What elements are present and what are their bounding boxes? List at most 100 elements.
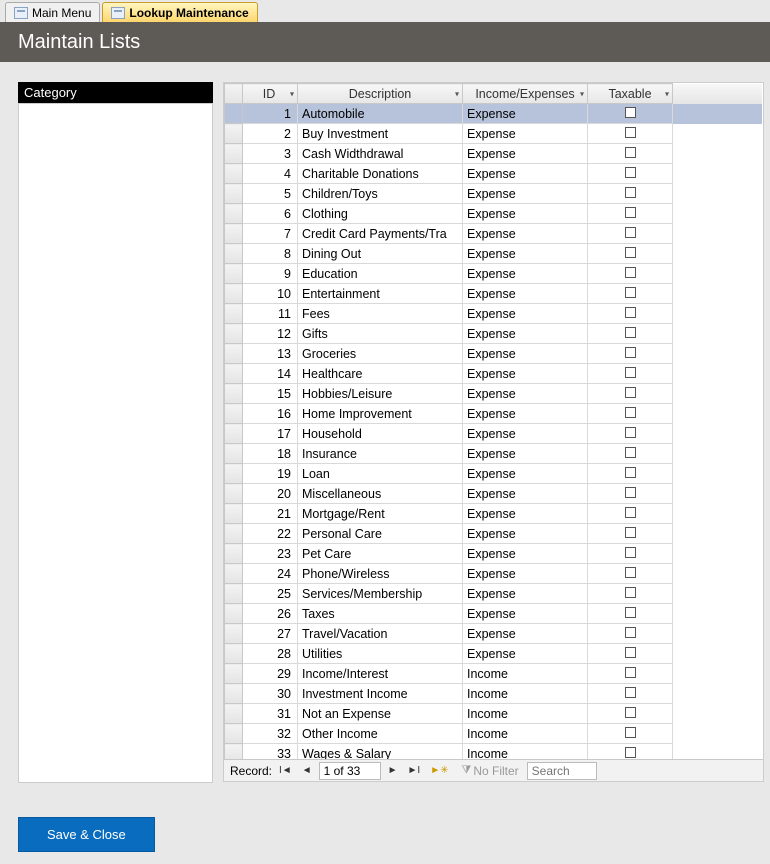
cell-description[interactable]: Clothing (298, 204, 463, 224)
cell-taxable[interactable] (588, 324, 673, 344)
table-row[interactable]: 15Hobbies/LeisureExpense (225, 384, 763, 404)
cell-description[interactable]: Cash Widthdrawal (298, 144, 463, 164)
cell-description[interactable]: Travel/Vacation (298, 624, 463, 644)
cell-description[interactable]: Wages & Salary (298, 744, 463, 760)
cell-income-expenses[interactable]: Expense (463, 144, 588, 164)
cell-income-expenses[interactable]: Expense (463, 104, 588, 124)
cell-income-expenses[interactable]: Expense (463, 384, 588, 404)
taxable-checkbox[interactable] (625, 227, 636, 238)
first-record-button[interactable]: I◄ (276, 765, 295, 776)
cell-description[interactable]: Hobbies/Leisure (298, 384, 463, 404)
taxable-checkbox[interactable] (625, 207, 636, 218)
chevron-down-icon[interactable]: ▾ (665, 89, 669, 98)
table-row[interactable]: 6ClothingExpense (225, 204, 763, 224)
cell-description[interactable]: Groceries (298, 344, 463, 364)
row-selector[interactable] (225, 584, 243, 604)
table-row[interactable]: 3Cash WidthdrawalExpense (225, 144, 763, 164)
table-row[interactable]: 13GroceriesExpense (225, 344, 763, 364)
cell-description[interactable]: Fees (298, 304, 463, 324)
taxable-checkbox[interactable] (625, 607, 636, 618)
cell-income-expenses[interactable]: Income (463, 744, 588, 760)
cell-id[interactable]: 24 (243, 564, 298, 584)
cell-income-expenses[interactable]: Expense (463, 644, 588, 664)
table-row[interactable]: 32Other IncomeIncome (225, 724, 763, 744)
cell-id[interactable]: 33 (243, 744, 298, 760)
cell-description[interactable]: Healthcare (298, 364, 463, 384)
row-selector[interactable] (225, 664, 243, 684)
tab-main-menu[interactable]: Main Menu (5, 2, 100, 22)
cell-taxable[interactable] (588, 424, 673, 444)
cell-description[interactable]: Mortgage/Rent (298, 504, 463, 524)
cell-income-expenses[interactable]: Expense (463, 564, 588, 584)
cell-id[interactable]: 19 (243, 464, 298, 484)
table-row[interactable]: 24Phone/WirelessExpense (225, 564, 763, 584)
cell-id[interactable]: 3 (243, 144, 298, 164)
cell-taxable[interactable] (588, 124, 673, 144)
cell-income-expenses[interactable]: Expense (463, 424, 588, 444)
cell-taxable[interactable] (588, 544, 673, 564)
cell-description[interactable]: Phone/Wireless (298, 564, 463, 584)
row-selector[interactable] (225, 724, 243, 744)
taxable-checkbox[interactable] (625, 407, 636, 418)
taxable-checkbox[interactable] (625, 727, 636, 738)
cell-id[interactable]: 28 (243, 644, 298, 664)
taxable-checkbox[interactable] (625, 647, 636, 658)
table-row[interactable]: 23Pet CareExpense (225, 544, 763, 564)
taxable-checkbox[interactable] (625, 387, 636, 398)
cell-id[interactable]: 11 (243, 304, 298, 324)
cell-income-expenses[interactable]: Expense (463, 444, 588, 464)
cell-taxable[interactable] (588, 244, 673, 264)
cell-taxable[interactable] (588, 264, 673, 284)
cell-income-expenses[interactable]: Expense (463, 404, 588, 424)
cell-id[interactable]: 6 (243, 204, 298, 224)
cell-id[interactable]: 30 (243, 684, 298, 704)
cell-income-expenses[interactable]: Expense (463, 504, 588, 524)
row-selector[interactable] (225, 304, 243, 324)
row-selector[interactable] (225, 164, 243, 184)
cell-income-expenses[interactable]: Expense (463, 624, 588, 644)
cell-description[interactable]: Taxes (298, 604, 463, 624)
cell-id[interactable]: 8 (243, 244, 298, 264)
table-row[interactable]: 33Wages & SalaryIncome (225, 744, 763, 760)
cell-id[interactable]: 17 (243, 424, 298, 444)
cell-id[interactable]: 27 (243, 624, 298, 644)
table-row[interactable]: 20MiscellaneousExpense (225, 484, 763, 504)
table-row[interactable]: 12GiftsExpense (225, 324, 763, 344)
cell-taxable[interactable] (588, 224, 673, 244)
taxable-checkbox[interactable] (625, 627, 636, 638)
cell-taxable[interactable] (588, 664, 673, 684)
search-input[interactable] (527, 762, 597, 780)
cell-income-expenses[interactable]: Income (463, 684, 588, 704)
cell-income-expenses[interactable]: Expense (463, 544, 588, 564)
taxable-checkbox[interactable] (625, 147, 636, 158)
taxable-checkbox[interactable] (625, 747, 636, 758)
cell-taxable[interactable] (588, 464, 673, 484)
row-selector[interactable] (225, 404, 243, 424)
cell-description[interactable]: Investment Income (298, 684, 463, 704)
row-selector[interactable] (225, 244, 243, 264)
cell-id[interactable]: 25 (243, 584, 298, 604)
cell-id[interactable]: 14 (243, 364, 298, 384)
table-row[interactable]: 29Income/InterestIncome (225, 664, 763, 684)
cell-income-expenses[interactable]: Expense (463, 224, 588, 244)
cell-description[interactable]: Insurance (298, 444, 463, 464)
cell-income-expenses[interactable]: Income (463, 664, 588, 684)
cell-income-expenses[interactable]: Expense (463, 604, 588, 624)
column-header-taxable[interactable]: Taxable ▾ (588, 84, 673, 104)
cell-taxable[interactable] (588, 284, 673, 304)
cell-id[interactable]: 18 (243, 444, 298, 464)
cell-id[interactable]: 20 (243, 484, 298, 504)
cell-taxable[interactable] (588, 164, 673, 184)
cell-id[interactable]: 31 (243, 704, 298, 724)
cell-income-expenses[interactable]: Expense (463, 284, 588, 304)
cell-description[interactable]: Household (298, 424, 463, 444)
cell-id[interactable]: 1 (243, 104, 298, 124)
table-row[interactable]: 11FeesExpense (225, 304, 763, 324)
cell-id[interactable]: 26 (243, 604, 298, 624)
cell-taxable[interactable] (588, 384, 673, 404)
cell-taxable[interactable] (588, 504, 673, 524)
cell-income-expenses[interactable]: Expense (463, 124, 588, 144)
cell-taxable[interactable] (588, 204, 673, 224)
cell-description[interactable]: Income/Interest (298, 664, 463, 684)
table-row[interactable]: 2Buy InvestmentExpense (225, 124, 763, 144)
